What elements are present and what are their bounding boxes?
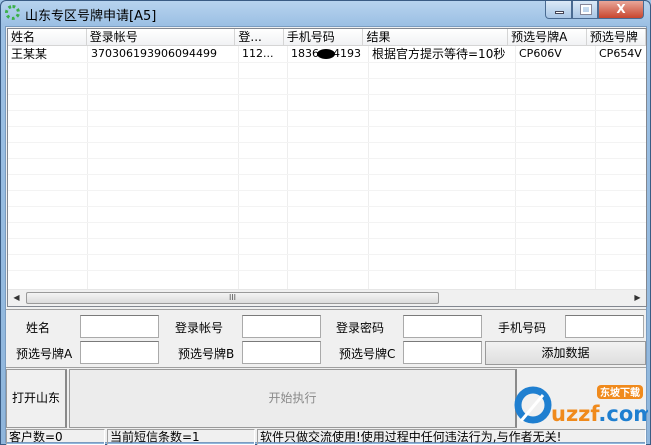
scrollbar-thumb[interactable]: III: [26, 292, 439, 304]
plate-b-label: 预选号牌B: [178, 347, 235, 361]
open-shandong-button[interactable]: 打开山东: [6, 369, 67, 428]
status-notice: 软件只做交流使用!使用过程中任何违法行为,与作者无关!: [257, 429, 646, 445]
phone-suffix: 4193: [333, 47, 361, 60]
plate-a-input[interactable]: [80, 341, 159, 364]
scroll-right-icon[interactable]: ▶: [629, 290, 646, 306]
column-header-phone[interactable]: 手机号码: [284, 29, 364, 46]
column-header-name[interactable]: 姓名: [8, 29, 87, 46]
cell-account: 370306193906094499: [88, 46, 239, 62]
password-input[interactable]: [403, 315, 482, 338]
scroll-left-icon[interactable]: ◀: [8, 290, 25, 306]
phone-input[interactable]: [565, 315, 644, 338]
customer-list[interactable]: 姓名 登录帐号 登... 手机号码 结果 预选号牌A 预选号牌 王某某 3703…: [7, 28, 647, 307]
phone-label: 手机号码: [498, 321, 547, 335]
list-header: 姓名 登录帐号 登... 手机号码 结果 预选号牌A 预选号牌: [8, 29, 646, 46]
svg-text:uzzf.com: uzzf.com: [551, 402, 648, 426]
cell-plate-a: CP606V: [516, 46, 596, 62]
cell-password: 112...: [239, 46, 288, 62]
column-header-plate-a[interactable]: 预选号牌A: [508, 29, 587, 46]
cell-plate-b: CP654V: [596, 46, 646, 62]
name-input[interactable]: [80, 315, 159, 338]
maximize-button[interactable]: [572, 1, 598, 19]
column-header-password[interactable]: 登...: [235, 29, 284, 46]
plate-b-input[interactable]: [242, 341, 321, 364]
column-header-plate-b[interactable]: 预选号牌: [587, 29, 646, 46]
status-customers: 客户数=0: [6, 429, 105, 445]
cell-result: 根据官方提示等待=10秒: [369, 46, 516, 62]
password-label: 登录密码: [336, 321, 385, 335]
start-button[interactable]: 开始执行: [69, 369, 517, 428]
column-header-account[interactable]: 登录帐号: [87, 29, 236, 46]
plate-a-label: 预选号牌A: [16, 347, 73, 361]
plate-c-label: 预选号牌C: [339, 347, 396, 361]
svg-text:东坡下载: 东坡下载: [600, 386, 640, 399]
name-label: 姓名: [26, 321, 51, 335]
phone-prefix: 1836: [291, 47, 319, 60]
table-row[interactable]: 王某某 370306193906094499 112... 1836 4193 根…: [8, 46, 646, 62]
account-input[interactable]: [242, 315, 321, 338]
minimize-button[interactable]: [545, 1, 572, 19]
account-label: 登录帐号: [175, 321, 224, 335]
window-title: 山东专区号牌申请[A5]: [25, 9, 157, 24]
close-button[interactable]: X: [598, 1, 644, 19]
plate-c-input[interactable]: [403, 341, 482, 364]
column-header-result[interactable]: 结果: [363, 29, 509, 46]
horizontal-scrollbar[interactable]: ◀ III ▶: [8, 289, 646, 306]
app-icon: [5, 5, 20, 20]
cell-phone: 1836 4193: [288, 46, 369, 62]
title-bar[interactable]: 山东专区号牌申请[A5] X: [1, 1, 650, 25]
watermark-logo: 东坡下载 uzzf.com: [513, 381, 651, 429]
add-data-button[interactable]: 添加数据: [485, 341, 646, 365]
cell-name: 王某某: [8, 46, 88, 62]
status-sms-count: 当前短信条数=1: [107, 429, 255, 445]
app-window: 山东专区号牌申请[A5] X 姓名 登录帐号 登... 手机号码 结果 预选号牌…: [0, 0, 651, 445]
